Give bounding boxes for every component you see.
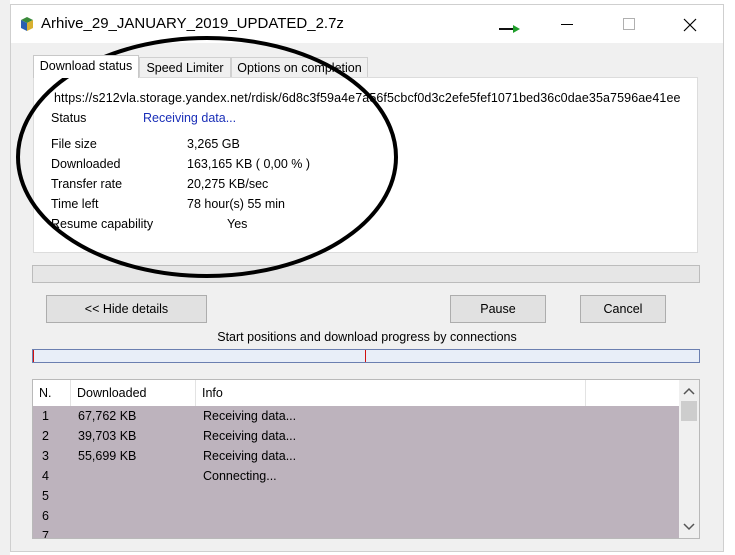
maximize-icon [623, 18, 635, 30]
column-header-downloaded[interactable]: Downloaded [71, 380, 196, 406]
cell-info: Receiving data... [203, 409, 297, 423]
table-row[interactable]: 7 [33, 526, 679, 539]
cell-n: 2 [42, 429, 49, 443]
downloaded-value: 163,165 KB ( 0,00 % ) [187, 157, 310, 171]
table-row[interactable]: 5 [33, 486, 679, 506]
download-dialog: Arhive_29_JANUARY_2019_UPDATED_2.7z Down… [10, 4, 724, 552]
column-header-info[interactable]: Info [196, 380, 586, 406]
connections-progress-bar [32, 349, 700, 363]
table-row[interactable]: 1 67,762 KB Receiving data... [33, 406, 679, 426]
column-header-empty [586, 380, 679, 406]
table-row[interactable]: 6 [33, 506, 679, 526]
tab-speed-limiter[interactable]: Speed Limiter [139, 57, 231, 77]
cell-n: 5 [42, 489, 49, 503]
cell-n: 1 [42, 409, 49, 423]
cancel-button[interactable]: Cancel [580, 295, 666, 323]
table-header: N. Downloaded Info [33, 380, 679, 407]
cell-n: 4 [42, 469, 49, 483]
tab-download-status[interactable]: Download status [33, 55, 139, 78]
table-scrollbar[interactable] [679, 380, 699, 538]
transfer-rate-label: Transfer rate [51, 177, 123, 191]
status-value: Receiving data... [143, 111, 237, 125]
table-row[interactable]: 4 Connecting... [33, 466, 679, 486]
table-row[interactable]: 3 55,699 KB Receiving data... [33, 446, 679, 466]
close-button[interactable] [666, 5, 712, 43]
download-status-panel: https://s212vla.storage.yandex.net/rdisk… [33, 77, 698, 253]
hide-details-button[interactable]: << Hide details [46, 295, 207, 323]
downloaded-label: Downloaded [51, 157, 121, 171]
pause-button[interactable]: Pause [450, 295, 546, 323]
cell-downloaded: 39,703 KB [78, 429, 137, 443]
connection-start-marker [33, 350, 34, 362]
tray-arrow-icon [499, 21, 523, 33]
window-title: Arhive_29_JANUARY_2019_UPDATED_2.7z [41, 15, 344, 32]
resume-capability-label: Resume capability [51, 217, 154, 231]
file-size-value: 3,265 GB [187, 137, 240, 151]
cell-info: Receiving data... [203, 449, 297, 463]
time-left-value: 78 hour(s) 55 min [187, 197, 285, 211]
download-url: https://s212vla.storage.yandex.net/rdisk… [54, 91, 681, 105]
tab-options-on-completion[interactable]: Options on completion [231, 57, 368, 77]
maximize-button[interactable] [606, 5, 652, 43]
cell-downloaded: 67,762 KB [78, 409, 137, 423]
title-bar[interactable]: Arhive_29_JANUARY_2019_UPDATED_2.7z [11, 5, 723, 43]
app-icon [19, 16, 35, 32]
table-row[interactable]: 2 39,703 KB Receiving data... [33, 426, 679, 446]
overall-progress-bar [32, 265, 700, 283]
file-size-label: File size [51, 137, 97, 151]
close-icon [683, 18, 697, 32]
scroll-thumb[interactable] [681, 401, 697, 421]
cell-n: 6 [42, 509, 49, 523]
cell-info: Connecting... [203, 469, 277, 483]
minimize-icon [561, 24, 573, 25]
cell-downloaded: 55,699 KB [78, 449, 137, 463]
status-label: Status [51, 111, 87, 125]
scroll-down-icon[interactable] [683, 522, 695, 532]
connections-caption: Start positions and download progress by… [217, 330, 517, 344]
cell-info: Receiving data... [203, 429, 297, 443]
cell-n: 7 [42, 529, 49, 539]
time-left-label: Time left [51, 197, 99, 211]
column-header-n[interactable]: N. [33, 380, 71, 406]
transfer-rate-value: 20,275 KB/sec [187, 177, 269, 191]
cell-n: 3 [42, 449, 49, 463]
connections-table: N. Downloaded Info 1 67,762 KB Receiving d… [32, 379, 700, 539]
minimize-button[interactable] [544, 5, 590, 43]
connection-start-marker [365, 350, 366, 362]
scroll-up-icon[interactable] [683, 386, 695, 396]
resume-capability-value: Yes [227, 217, 248, 231]
table-body: 1 67,762 KB Receiving data... 2 39,703 KB Rec… [33, 406, 679, 539]
background-window-edge [0, 0, 10, 555]
